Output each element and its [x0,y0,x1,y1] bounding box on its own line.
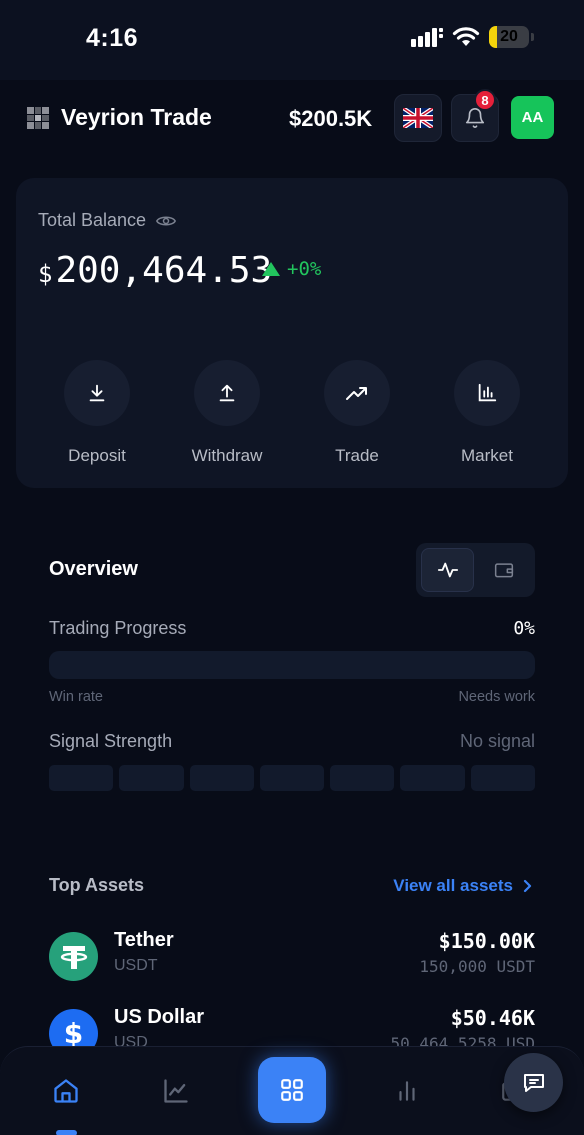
brand-logo-icon [27,107,49,129]
header-balance[interactable]: $200.5K [289,106,372,132]
signal-strength-label: Signal Strength [49,731,173,751]
balance-change: +0% [262,258,321,280]
bar-chart-icon [399,1081,415,1101]
signal-segment [400,765,465,791]
asset-value: $150.00K [438,929,535,953]
progress-assessment-label: Needs work [458,689,535,705]
asset-name: Tether [114,929,174,951]
grid-icon [281,1079,303,1101]
chart-line-icon [164,1079,188,1103]
status-bar: 4:16 20 [0,0,584,80]
signal-strength-value: No signal [459,731,535,751]
bar-chart-icon [478,383,497,402]
avatar[interactable]: AA [511,96,554,139]
asset-name: US Dollar [114,1006,205,1028]
win-rate-label: Win rate [49,689,103,705]
trending-up-icon [346,387,367,400]
nav-dashboard-button[interactable] [258,1057,326,1123]
battery-level: 20 [500,28,518,45]
deposit-button[interactable]: Deposit [32,360,162,466]
wallet-view-button[interactable] [477,548,530,592]
top-assets-title: Top Assets [49,875,145,895]
activity-icon [437,562,458,578]
overview-title: Overview [49,558,138,580]
status-icons: 20 [411,26,534,48]
trade-circle[interactable] [324,360,390,426]
withdraw-label: Withdraw [191,446,263,465]
triangle-up-icon [262,262,280,276]
nav-active-indicator [56,1130,77,1135]
balance-value: 200,464.53 [55,250,273,291]
wifi-icon [452,27,480,46]
signal-segment [259,765,325,791]
trading-progress-value: 0% [513,618,535,639]
chat-icon [523,1073,544,1092]
home-icon [54,1079,78,1103]
market-circle[interactable] [454,360,520,426]
trade-label: Trade [335,446,379,465]
brand-name: Veyrion Trade [61,104,212,130]
uk-flag-icon [403,108,433,128]
total-balance-label: Total Balance [38,210,177,231]
quick-actions: Deposit Withdraw Trade Market [16,360,568,466]
total-balance-amount: $ 200,464.53 [38,250,272,291]
signal-segment [189,765,254,791]
nav-home[interactable] [46,1071,86,1111]
trade-button[interactable]: Trade [292,360,422,466]
battery-indicator: 20 [489,26,529,48]
tether-icon [49,932,98,981]
notification-badge: 8 [474,89,496,111]
withdraw-button[interactable]: Withdraw [162,360,292,466]
signal-segment [330,765,395,791]
view-all-assets-text: View all assets [393,876,513,895]
trading-progress-label: Trading Progress [49,618,187,638]
signal-segment [470,765,535,791]
market-label: Market [461,446,513,465]
language-button[interactable] [394,94,442,142]
balance-change-value: +0% [287,258,322,280]
cellular-signal-icon [411,28,443,47]
wallet-icon [494,563,513,578]
asset-row-tether[interactable]: Tether USDT $150.00K 150,000 USDT [0,929,584,989]
signal-segment [49,765,114,791]
signal-segment [119,765,184,791]
market-button[interactable]: Market [422,360,552,466]
asset-quantity: 150,000 USDT [419,957,535,976]
deposit-label: Deposit [68,446,126,465]
total-balance-text: Total Balance [38,210,147,230]
chevron-right-icon [523,879,532,893]
activity-view-button[interactable] [421,548,474,592]
asset-value: $50.46K [450,1006,535,1030]
balance-card: Total Balance $ 200,464.53 +0% Deposit W… [16,178,568,488]
download-icon [89,384,105,402]
asset-symbol: USDT [114,957,158,974]
eye-icon[interactable] [156,214,177,228]
nav-markets[interactable] [387,1071,427,1111]
withdraw-circle[interactable] [194,360,260,426]
upload-icon [219,384,235,402]
status-time: 4:16 [86,24,139,52]
chat-support-button[interactable] [504,1053,563,1112]
deposit-circle[interactable] [64,360,130,426]
nav-analytics[interactable] [156,1071,196,1111]
notifications-button[interactable]: 8 [451,89,499,142]
currency-symbol: $ [38,260,53,288]
signal-strength-meter [49,765,535,791]
view-all-assets-link[interactable]: View all assets [393,876,532,896]
app-header: Veyrion Trade $200.5K 8 AA [0,80,584,158]
bottom-navigation [0,1046,584,1135]
trading-progress-bar [49,651,535,679]
overview-view-toggle [416,543,535,597]
